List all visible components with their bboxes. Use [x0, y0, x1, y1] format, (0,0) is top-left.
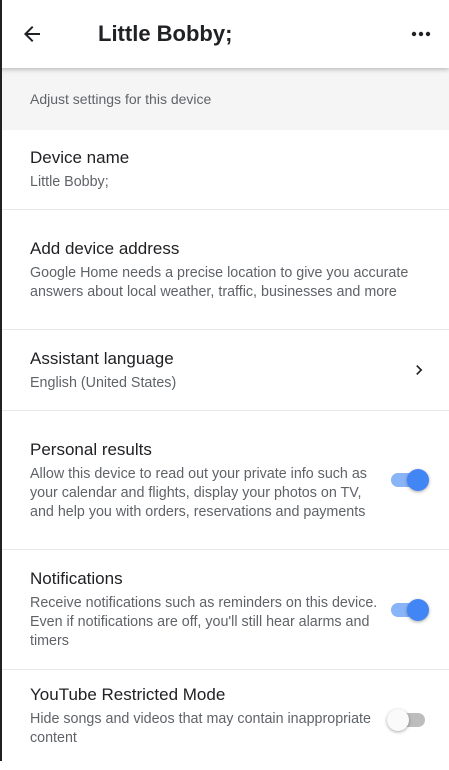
chevron-right-icon: [416, 365, 423, 375]
setting-title: Personal results: [30, 439, 152, 459]
arrow-left-icon: [24, 26, 40, 42]
section-subheader: Adjust settings for this device: [0, 68, 449, 130]
setting-title: Add device address: [30, 238, 180, 258]
setting-description: Little Bobby;: [30, 174, 109, 190]
setting-description: Allow this device to read out your priva…: [30, 465, 367, 520]
page-title: Little Bobby;: [98, 21, 233, 46]
setting-title: YouTube Restricted Mode: [30, 685, 226, 704]
more-horizontal-icon: [411, 31, 431, 37]
window-edge: [0, 0, 2, 761]
app-bar: Little Bobby;: [0, 0, 449, 68]
setting-device-name[interactable]: Device name Little Bobby;: [0, 130, 449, 210]
notifications-toggle[interactable]: [387, 598, 429, 622]
setting-description: Google Home needs a precise location to …: [30, 264, 409, 300]
youtube-restricted-mode-toggle[interactable]: [387, 708, 429, 732]
setting-title: Assistant language: [30, 348, 174, 368]
back-button[interactable]: [20, 10, 68, 58]
setting-device-address[interactable]: Add device address Google Home needs a p…: [0, 210, 449, 330]
setting-description: Receive notifications such as reminders …: [30, 595, 378, 649]
setting-notifications: Notifications Receive notifications such…: [0, 550, 449, 670]
setting-description: Hide songs and videos that may contain i…: [30, 711, 371, 746]
more-options-button[interactable]: [401, 14, 441, 54]
setting-title: Notifications: [30, 569, 123, 588]
setting-assistant-language[interactable]: Assistant language English (United State…: [0, 330, 449, 411]
setting-description: English (United States): [30, 374, 177, 391]
personal-results-toggle[interactable]: [387, 468, 429, 492]
setting-personal-results: Personal results Allow this device to re…: [0, 411, 449, 550]
setting-title: Device name: [30, 148, 130, 167]
setting-youtube-restricted-mode: YouTube Restricted Mode Hide songs and v…: [0, 670, 449, 770]
